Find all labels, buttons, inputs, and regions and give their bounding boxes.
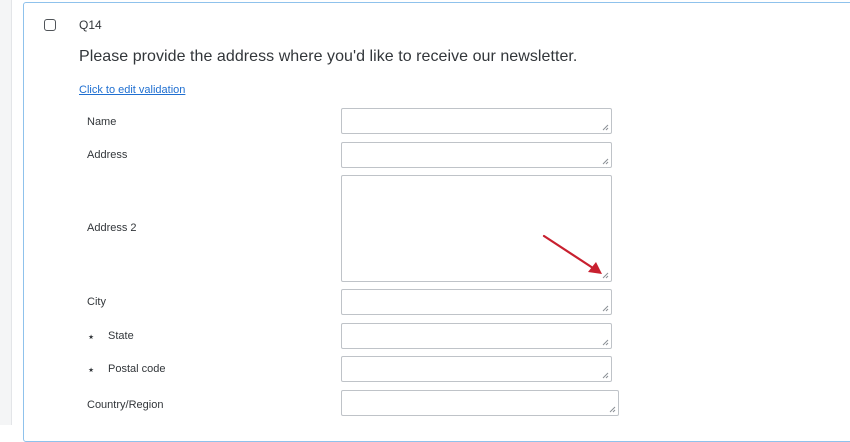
field-label-country-region: Country/Region [87, 399, 164, 411]
left-rail [0, 0, 12, 425]
field-label-state: State [108, 330, 134, 342]
required-star-icon: ⋆ [87, 362, 96, 377]
resize-grip-icon[interactable] [602, 339, 609, 346]
address-input[interactable] [341, 142, 612, 168]
country-region-input[interactable] [341, 390, 619, 416]
required-star-icon: ⋆ [87, 329, 96, 344]
resize-grip-icon[interactable] [602, 158, 609, 165]
field-label-address: Address [87, 149, 128, 161]
resize-grip-icon[interactable] [602, 305, 609, 312]
field-label-address-2: Address 2 [87, 222, 137, 234]
resize-grip-icon[interactable] [602, 124, 609, 131]
question-text: Please provide the address where you'd l… [79, 48, 578, 65]
annotation-arrow-icon [542, 234, 602, 274]
question-id: Q14 [79, 18, 102, 32]
field-label-city: City [87, 296, 106, 308]
postal-code-input[interactable] [341, 356, 612, 382]
field-label-name: Name [87, 116, 117, 128]
resize-grip-icon[interactable] [609, 406, 616, 413]
field-label-postal-code: Postal code [108, 363, 166, 375]
question-select-checkbox[interactable] [44, 19, 56, 31]
city-input[interactable] [341, 289, 612, 315]
name-input[interactable] [341, 108, 612, 134]
resize-grip-icon[interactable] [602, 372, 609, 379]
state-input[interactable] [341, 323, 612, 349]
edit-validation-link[interactable]: Click to edit validation [79, 84, 185, 96]
